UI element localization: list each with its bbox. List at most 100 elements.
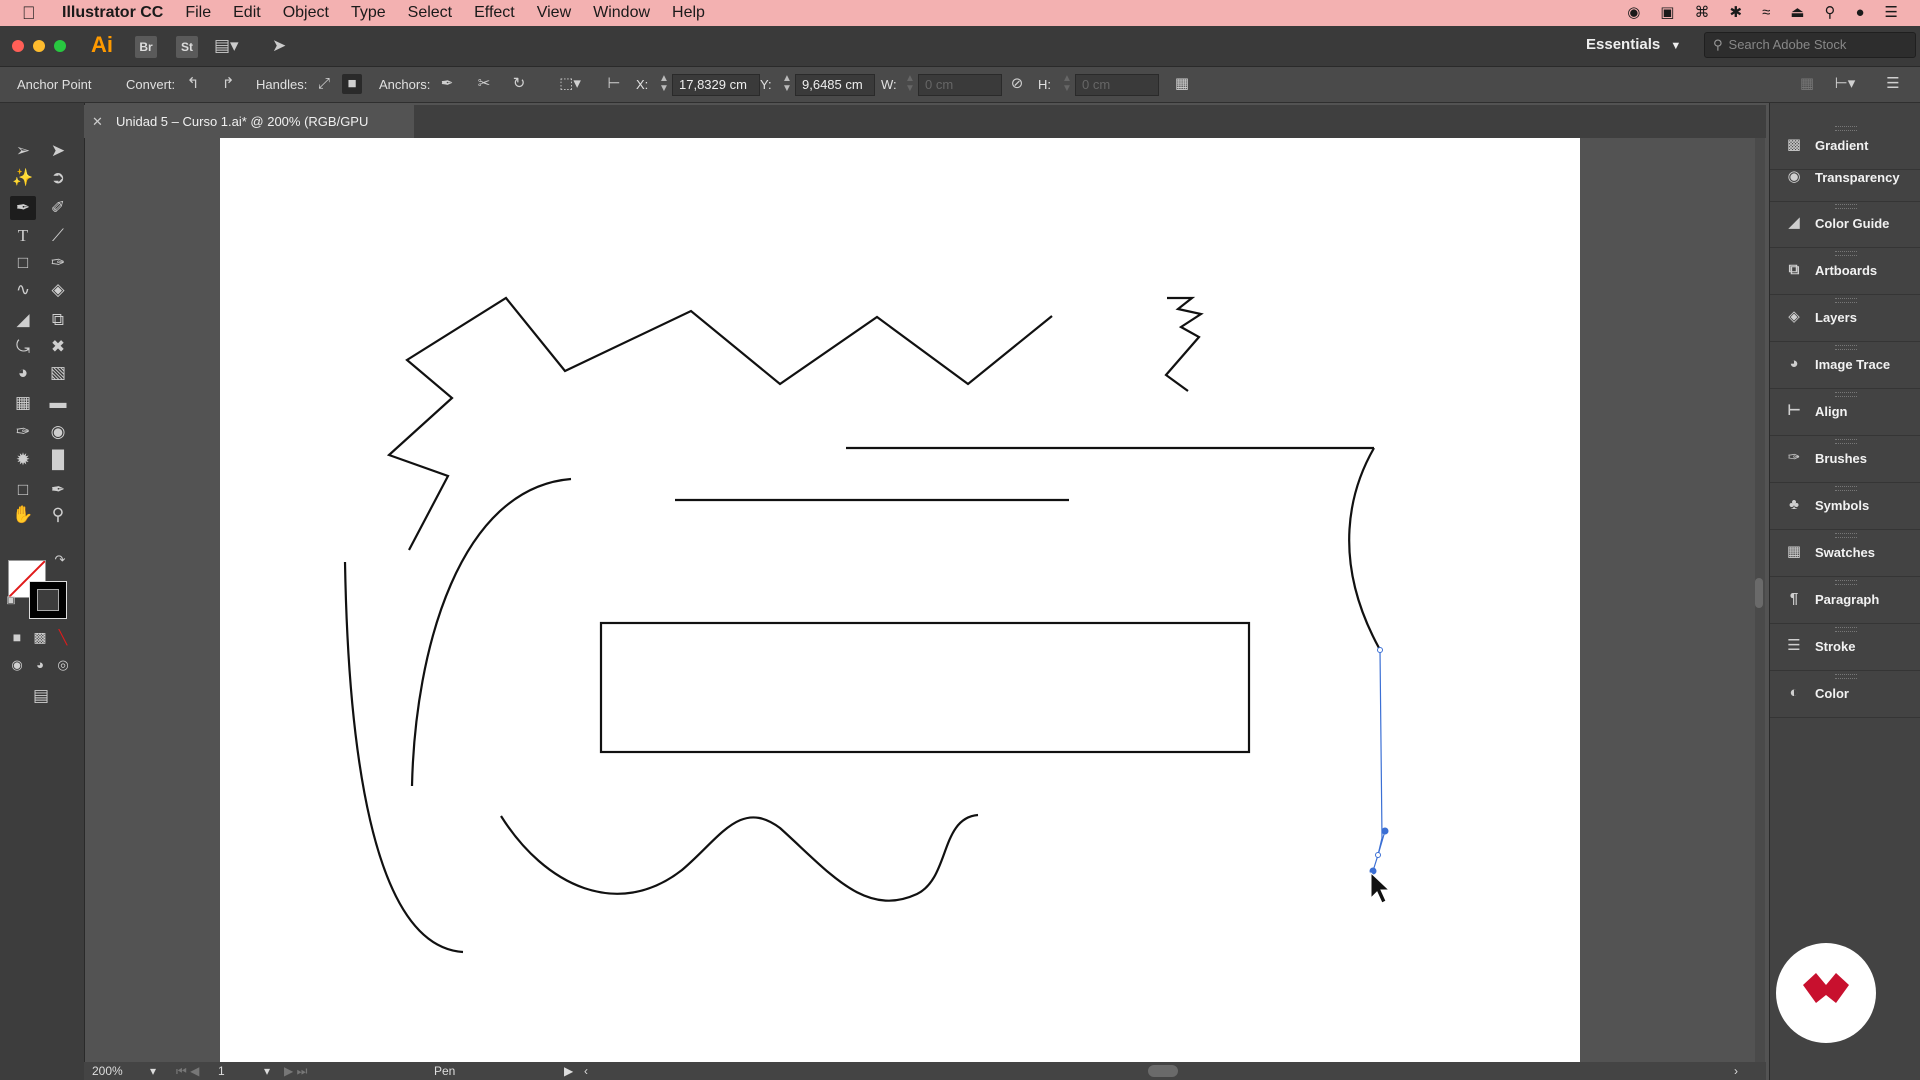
panel-color-guide[interactable]: ◢ Color Guide (1770, 201, 1920, 248)
isolate-icon[interactable]: ⬚▾ (555, 74, 585, 94)
swap-fill-stroke-icon[interactable]: ↷ (52, 552, 68, 568)
panel-grip[interactable] (1835, 298, 1857, 303)
screen-mode-icon[interactable]: ▤ (28, 684, 54, 708)
convert-to-smooth-icon[interactable]: ↱ (218, 74, 238, 94)
w-stepper-icon[interactable]: ▲ ▼ (905, 74, 915, 94)
align-anchors-icon[interactable]: ⊢ (604, 74, 624, 94)
spotlight-icon[interactable]: ⚲ (1824, 0, 1835, 26)
stock-button[interactable]: St (176, 36, 198, 58)
status-menu-icon[interactable]: ▶ (564, 1062, 573, 1080)
panel-grip[interactable] (1835, 392, 1857, 397)
column-graph-tool-icon[interactable]: █ (45, 448, 71, 472)
horizontal-scroll-thumb[interactable] (1148, 1065, 1178, 1077)
artwork[interactable] (220, 138, 1580, 1062)
panel-swatches[interactable]: ▦ Swatches (1770, 530, 1920, 577)
mesh-tool-icon[interactable]: ▦ (10, 391, 36, 415)
color-mode-icon[interactable]: ■ (8, 629, 26, 645)
menu-type[interactable]: Type (340, 0, 397, 26)
menu-app-name[interactable]: Illustrator CC (62, 0, 174, 26)
panel-grip[interactable] (1835, 439, 1857, 444)
panel-color[interactable]: ◐ Color (1770, 671, 1920, 718)
x-position-input[interactable]: 17,8329 cm (672, 74, 760, 96)
hide-handles-icon[interactable]: ■ (342, 74, 362, 94)
wifi-icon[interactable]: ≈ (1762, 0, 1770, 26)
selection-tool-icon[interactable]: ➢ (10, 139, 36, 163)
panel-grip[interactable] (1835, 580, 1857, 585)
scroll-right-icon[interactable]: › (1734, 1062, 1738, 1080)
panel-image-trace[interactable]: ◕ Image Trace (1770, 342, 1920, 389)
reflect-tool-icon[interactable]: ◢ (10, 308, 36, 332)
gradient-mode-icon[interactable]: ▩ (31, 629, 49, 645)
panel-grip[interactable] (1835, 251, 1857, 256)
remove-anchor-icon[interactable]: ✒ (437, 74, 457, 94)
document-tab[interactable]: ✕ Unidad 5 – Curso 1.ai* @ 200% (RGB/GPU … (84, 105, 414, 162)
slice-tool-icon[interactable]: ✒ (45, 478, 71, 502)
menu-help[interactable]: Help (661, 0, 716, 26)
symbol-sprayer-tool-icon[interactable]: ✹ (10, 448, 36, 472)
menu-select[interactable]: Select (397, 0, 463, 26)
width-input[interactable]: 0 cm (918, 74, 1002, 96)
first-artboard-icon[interactable]: ⏮ ◀ (176, 1062, 199, 1080)
hand-tool-icon[interactable]: ✋ (10, 503, 36, 527)
scroll-left-icon[interactable]: ‹ (584, 1062, 588, 1080)
magic-wand-tool-icon[interactable]: ✨ (10, 166, 36, 190)
paintbrush-tool-icon[interactable]: ✑ (45, 251, 71, 275)
canvas-area[interactable] (85, 138, 1766, 1062)
lasso-tool-icon[interactable]: ➲ (45, 166, 71, 190)
minimize-window-button[interactable] (33, 40, 45, 52)
artboard-number[interactable]: 1 (218, 1062, 225, 1080)
record-icon[interactable]: ◉ (1627, 0, 1640, 26)
notification-center-icon[interactable]: ☰ (1885, 0, 1898, 26)
panel-grip[interactable] (1835, 674, 1857, 679)
next-artboard-icon[interactable]: ▶ ⏭ (284, 1062, 307, 1080)
menu-file[interactable]: File (174, 0, 222, 26)
panel-artboards[interactable]: ⧉ Artboards (1770, 248, 1920, 295)
transform-icon[interactable]: ▦ (1172, 74, 1192, 94)
apple-icon[interactable]:  (22, 0, 42, 26)
puppet-warp-tool-icon[interactable]: ✖ (45, 335, 71, 359)
close-tab-icon[interactable]: ✕ (92, 105, 106, 138)
vertical-scrollbar[interactable] (1755, 138, 1765, 1062)
panel-layers[interactable]: ◈ Layers (1770, 295, 1920, 342)
rectangle-tool-icon[interactable]: □ (10, 251, 36, 275)
blend-tool-icon[interactable]: ◉ (45, 420, 71, 444)
connect-anchors-icon[interactable]: ↻ (509, 74, 529, 94)
pen-tool-icon[interactable]: ✒ (10, 196, 36, 220)
panel-transparency[interactable]: ◉ Transparency (1770, 155, 1920, 202)
screen-icon[interactable]: ▣ (1660, 0, 1674, 26)
panel-grip[interactable] (1835, 345, 1857, 350)
panel-grip[interactable] (1835, 204, 1857, 209)
stroke-swatch[interactable] (29, 581, 67, 619)
eraser-tool-icon[interactable]: ◈ (45, 278, 71, 302)
constrain-proportions-icon[interactable]: ⊘ (1007, 74, 1027, 94)
curvature-tool-icon[interactable]: ✐ (45, 196, 71, 220)
control-menu-icon[interactable]: ☰ (1883, 74, 1903, 94)
eyedropper-tool-icon[interactable]: ✑ (10, 420, 36, 444)
shaper-tool-icon[interactable]: ∿ (10, 278, 36, 302)
close-window-button[interactable] (12, 40, 24, 52)
panel-arrange-icon[interactable]: ▦ (1797, 74, 1817, 94)
eject-icon[interactable]: ⏏ (1790, 0, 1804, 26)
y-position-input[interactable]: 9,6485 cm (795, 74, 875, 96)
panel-grip[interactable] (1835, 126, 1857, 131)
shape-builder-tool-icon[interactable]: ◕ (10, 361, 36, 385)
height-input[interactable]: 0 cm (1075, 74, 1159, 96)
show-handles-icon[interactable]: ⤢ (314, 74, 334, 94)
user-avatar-icon[interactable]: ● (1855, 0, 1864, 26)
workspace-switcher[interactable]: Essentials ▼ (1586, 36, 1681, 53)
panel-paragraph[interactable]: ¶ Paragraph (1770, 577, 1920, 624)
panel-grip[interactable] (1835, 533, 1857, 538)
align-options-icon[interactable]: ⊢▾ (1831, 74, 1859, 94)
y-stepper-icon[interactable]: ▲ ▼ (782, 74, 792, 94)
width-tool-icon[interactable]: ⤿ (10, 335, 36, 359)
type-tool-icon[interactable]: T (10, 224, 36, 248)
menu-view[interactable]: View (526, 0, 582, 26)
draw-behind-icon[interactable]: ◕ (31, 657, 49, 673)
zoom-tool-icon[interactable]: ⚲ (45, 503, 71, 527)
bluetooth-icon[interactable]: ✱ (1729, 0, 1742, 26)
default-fill-stroke-icon[interactable]: ▣ (4, 594, 18, 608)
zoom-window-button[interactable] (54, 40, 66, 52)
artboard[interactable] (220, 138, 1580, 1062)
menu-effect[interactable]: Effect (463, 0, 526, 26)
direct-selection-tool-icon[interactable]: ➤ (45, 139, 71, 163)
